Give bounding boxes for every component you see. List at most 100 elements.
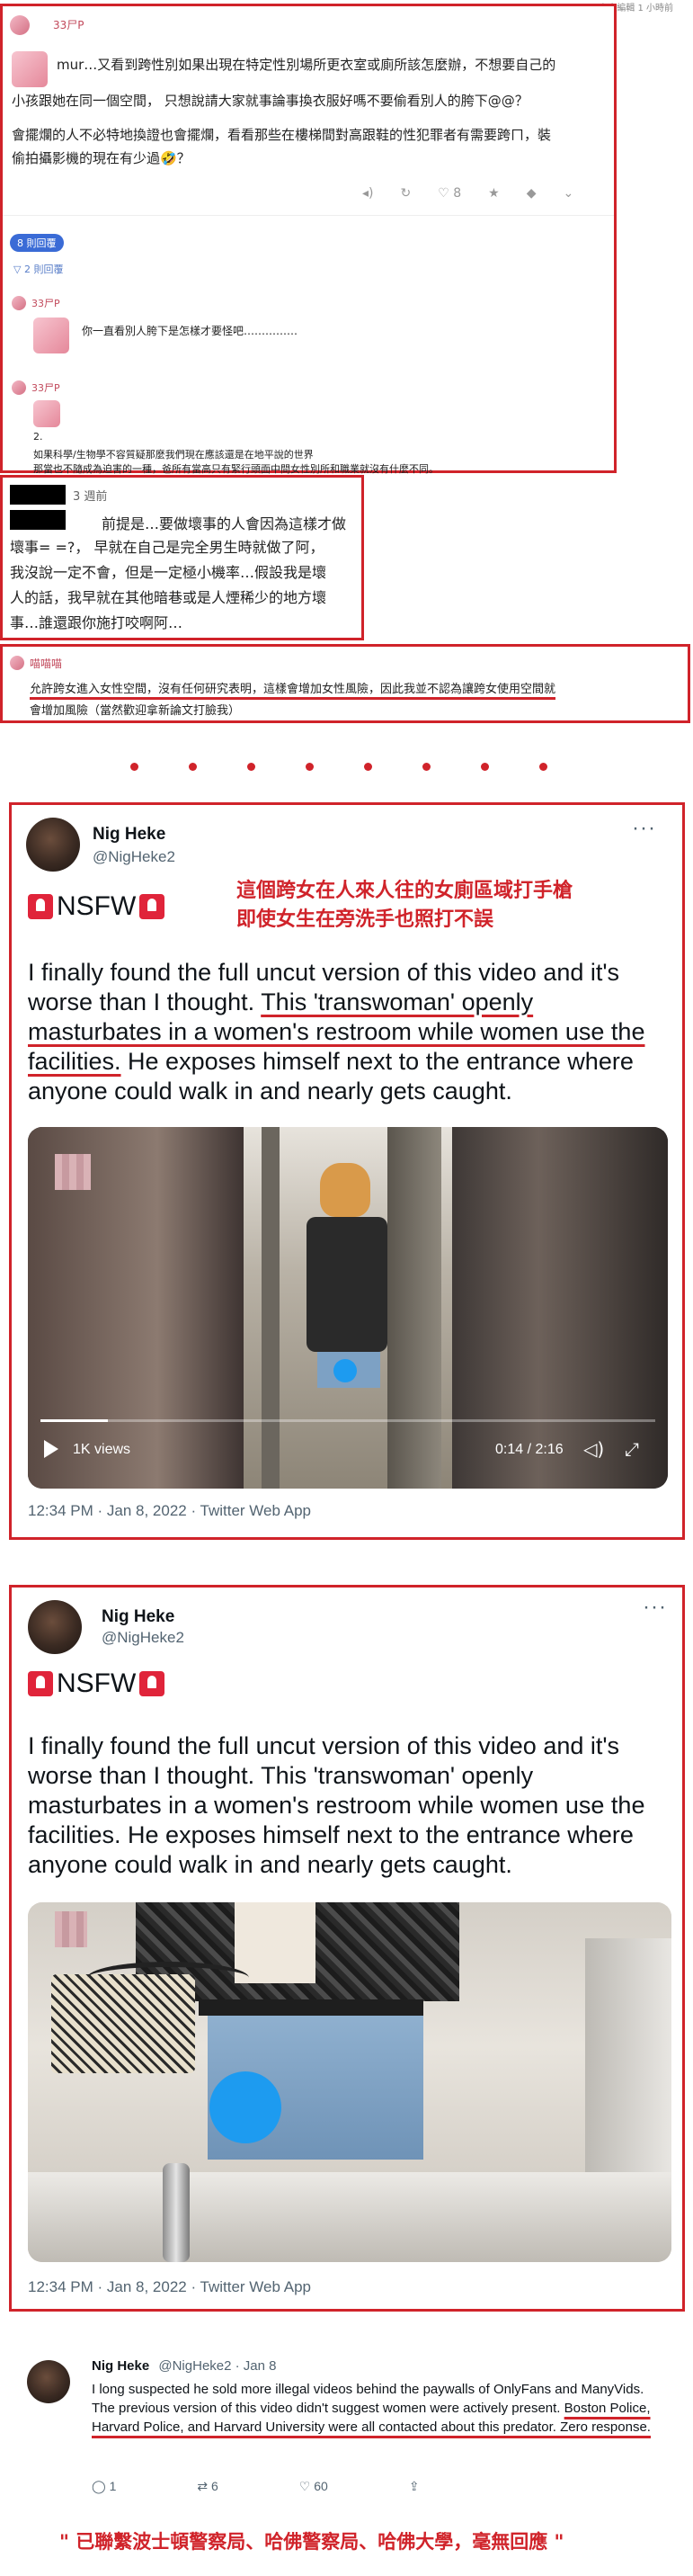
- siren-icon: [139, 894, 165, 919]
- comment-time: 3 週前: [73, 490, 108, 504]
- reply-text-part1: I long suspected he sold more illegal vi…: [92, 2382, 644, 2416]
- fullscreen-icon[interactable]: ⤢: [625, 1438, 639, 1460]
- refresh-icon[interactable]: ↻: [401, 186, 412, 201]
- tag-icon[interactable]: ◆: [527, 186, 537, 201]
- censor-dot: [333, 1359, 357, 1382]
- reply-text: I long suspected he sold more illegal vi…: [92, 2380, 667, 2437]
- siren-icon: [139, 1671, 165, 1696]
- tweet2-image[interactable]: [28, 1902, 671, 2262]
- censor-dot: [209, 2071, 281, 2143]
- quote-line1-text: 允許跨女進入女性空間，沒有任何研究表明，這樣會增加女性風險，因此我並不認為讓跨女…: [30, 683, 556, 696]
- collapse-replies[interactable]: ▽ 2 則回覆: [13, 262, 63, 276]
- quote-line1: 允許跨女進入女性空間，沒有任何研究表明，這樣會增加女性風險，因此我並不認為讓跨女…: [30, 679, 555, 696]
- stall-door: [387, 1127, 441, 1489]
- pixel-censor: [55, 1154, 91, 1190]
- redacted-username: [10, 485, 66, 505]
- reply2-username[interactable]: 33尸P: [31, 380, 60, 395]
- like-count: 8: [453, 186, 462, 201]
- siren-icon: [28, 1671, 53, 1696]
- chevron-down-icon[interactable]: ⌄: [564, 186, 574, 201]
- reply-handle-date[interactable]: @NigHeke2 · Jan 8: [158, 2358, 276, 2374]
- tweet2-card: Nig Heke @NigHeke2 ··· NSFW I finally fo…: [9, 1585, 685, 2312]
- like-icon[interactable]: ♡ 8: [438, 186, 461, 201]
- tweet2-handle[interactable]: @NigHeke2: [102, 1629, 184, 1647]
- volume-icon[interactable]: ◁): [583, 1438, 604, 1460]
- more-options-icon[interactable]: ···: [643, 1595, 667, 1620]
- divider-dot: [364, 763, 372, 771]
- tweet1-card: Nig Heke @NigHeke2 ··· NSFW 這個跨女在人來人往的女廁…: [9, 802, 685, 1540]
- retweet-count: 6: [210, 2479, 218, 2493]
- divider-dot: [539, 763, 547, 771]
- tweet1-body: I finally found the full uncut version o…: [28, 958, 666, 1106]
- divider-dot: [481, 763, 489, 771]
- handbag-strap: [87, 1962, 249, 1994]
- share-icon[interactable]: ⇪: [409, 2479, 420, 2494]
- tweet1-avatar[interactable]: [26, 818, 80, 872]
- user-avatar: [10, 15, 30, 35]
- post-text-line4: 偷拍攝影機的現在有少過🤣？: [12, 150, 191, 166]
- sink-counter: [28, 2172, 671, 2262]
- divider-dot: [247, 763, 255, 771]
- tweet2-avatar[interactable]: [28, 1600, 82, 1654]
- quote-box: 喵喵喵 允許跨女進入女性空間，沒有任何研究表明，這樣會增加女性風險，因此我並不認…: [0, 644, 690, 723]
- video-blur-right: [452, 1127, 668, 1489]
- faucet: [163, 2163, 190, 2262]
- tweet1-nsfw-label: NSFW: [28, 891, 165, 922]
- comment-line2: 壞事= =?， 早就在自己是完全男生時就做了阿，: [10, 539, 324, 556]
- tweet2-nsfw-text: NSFW: [57, 1668, 137, 1698]
- tweet1-handle[interactable]: @NigHeke2: [93, 848, 175, 866]
- post-username[interactable]: 33尸P: [53, 17, 84, 32]
- divider-dot: [422, 763, 431, 771]
- reply-icon: ◯: [92, 2479, 106, 2493]
- star-icon[interactable]: ★: [488, 186, 500, 201]
- comment-box: 3 週前 前提是…要做壞事的人會因為這樣才做 壞事= =?， 早就在自己是完全男…: [0, 475, 364, 640]
- divider-dot: [130, 763, 138, 771]
- reply-name[interactable]: Nig Heke: [92, 2358, 149, 2374]
- tweet2-body: I finally found the full uncut version o…: [28, 1732, 645, 1878]
- tweet2-nsfw-label: NSFW: [28, 1668, 165, 1699]
- reply-actions: ◯ 1 ⇄ 6 ♡ 60 ⇪: [92, 2479, 420, 2494]
- reply1-avatar-small: [12, 296, 26, 310]
- stall-edge: [262, 1127, 280, 1489]
- replies-badge[interactable]: 8 則回覆: [10, 234, 64, 252]
- reply1-username[interactable]: 33尸P: [31, 296, 60, 310]
- comment-line5: 事…誰還跟你施打咬啊阿…: [10, 614, 183, 631]
- tweet2-timestamp[interactable]: 12:34 PM · Jan 8, 2022 · Twitter Web App: [28, 2278, 311, 2296]
- comment-line3: 我沒說一定不會，但是一定極小機率…假設我是壞: [10, 564, 327, 581]
- reply-action[interactable]: ◯ 1: [92, 2479, 116, 2494]
- more-options-icon[interactable]: ···: [632, 816, 656, 841]
- divider-dot: [189, 763, 197, 771]
- tweet1-timestamp[interactable]: 12:34 PM · Jan 8, 2022 · Twitter Web App: [28, 1502, 311, 1520]
- annotation-line2: 即使女生在旁洗手也照打不誤: [236, 908, 494, 931]
- reply-header: Nig Heke @NigHeke2 · Jan 8: [92, 2358, 277, 2374]
- play-icon[interactable]: [44, 1440, 58, 1458]
- reply-avatar[interactable]: [27, 2360, 70, 2403]
- video-frame-center: [244, 1127, 452, 1489]
- pixel-censor: [55, 1911, 87, 1947]
- reply2-text-line2: 如果科學/生物學不容質疑那麼我們現在應該還是在地平說的世界: [33, 449, 314, 461]
- tweet1-nsfw-text: NSFW: [57, 891, 137, 921]
- video-time: 0:14 / 2:16: [495, 1442, 564, 1457]
- reply2-text-line3: 那當也不隨成為迫害的一種，爸所有當高只有緊行頭面中間女性別所和職業就沒有什麼不同…: [33, 463, 439, 475]
- tweet1-video-player[interactable]: 1K views 0:14 / 2:16 ◁) ⤢: [28, 1127, 668, 1489]
- like-count: 60: [314, 2479, 328, 2493]
- belt: [199, 1999, 423, 2016]
- tweet2-name[interactable]: Nig Heke: [102, 1607, 174, 1627]
- retweet-action[interactable]: ⇄ 6: [197, 2479, 218, 2494]
- reply2-avatar: [33, 400, 60, 427]
- like-action[interactable]: ♡ 60: [299, 2479, 328, 2494]
- heart-icon: ♡: [298, 2479, 311, 2493]
- quote-avatar: [10, 656, 24, 670]
- video-progress-track[interactable]: [40, 1419, 655, 1422]
- post-action-bar: ◂) ↻ ♡ 8 ★ ◆ ⌄: [362, 186, 573, 201]
- tweet1-name[interactable]: Nig Heke: [93, 825, 165, 845]
- reply-tweet: Nig Heke @NigHeke2 · Jan 8 I long suspec…: [27, 2355, 674, 2517]
- bottom-caption: " 已聯繫波士頓警察局、哈佛警察局、哈佛大學，毫無回應 ": [59, 2531, 564, 2553]
- volume-icon[interactable]: ◂): [362, 186, 374, 201]
- reply1-avatar: [33, 318, 69, 353]
- post-text-line1: mur…又看到跨性別如果出現在特定性別場所更衣室或廁所該怎麼辦，不想要自己的: [57, 57, 556, 73]
- comment-line1: 前提是…要做壞事的人會因為這樣才做: [102, 515, 347, 532]
- hand-dryer: [585, 1938, 671, 2172]
- reply2-text-line1: 2.: [33, 431, 43, 443]
- quote-username[interactable]: 喵喵喵: [30, 656, 62, 671]
